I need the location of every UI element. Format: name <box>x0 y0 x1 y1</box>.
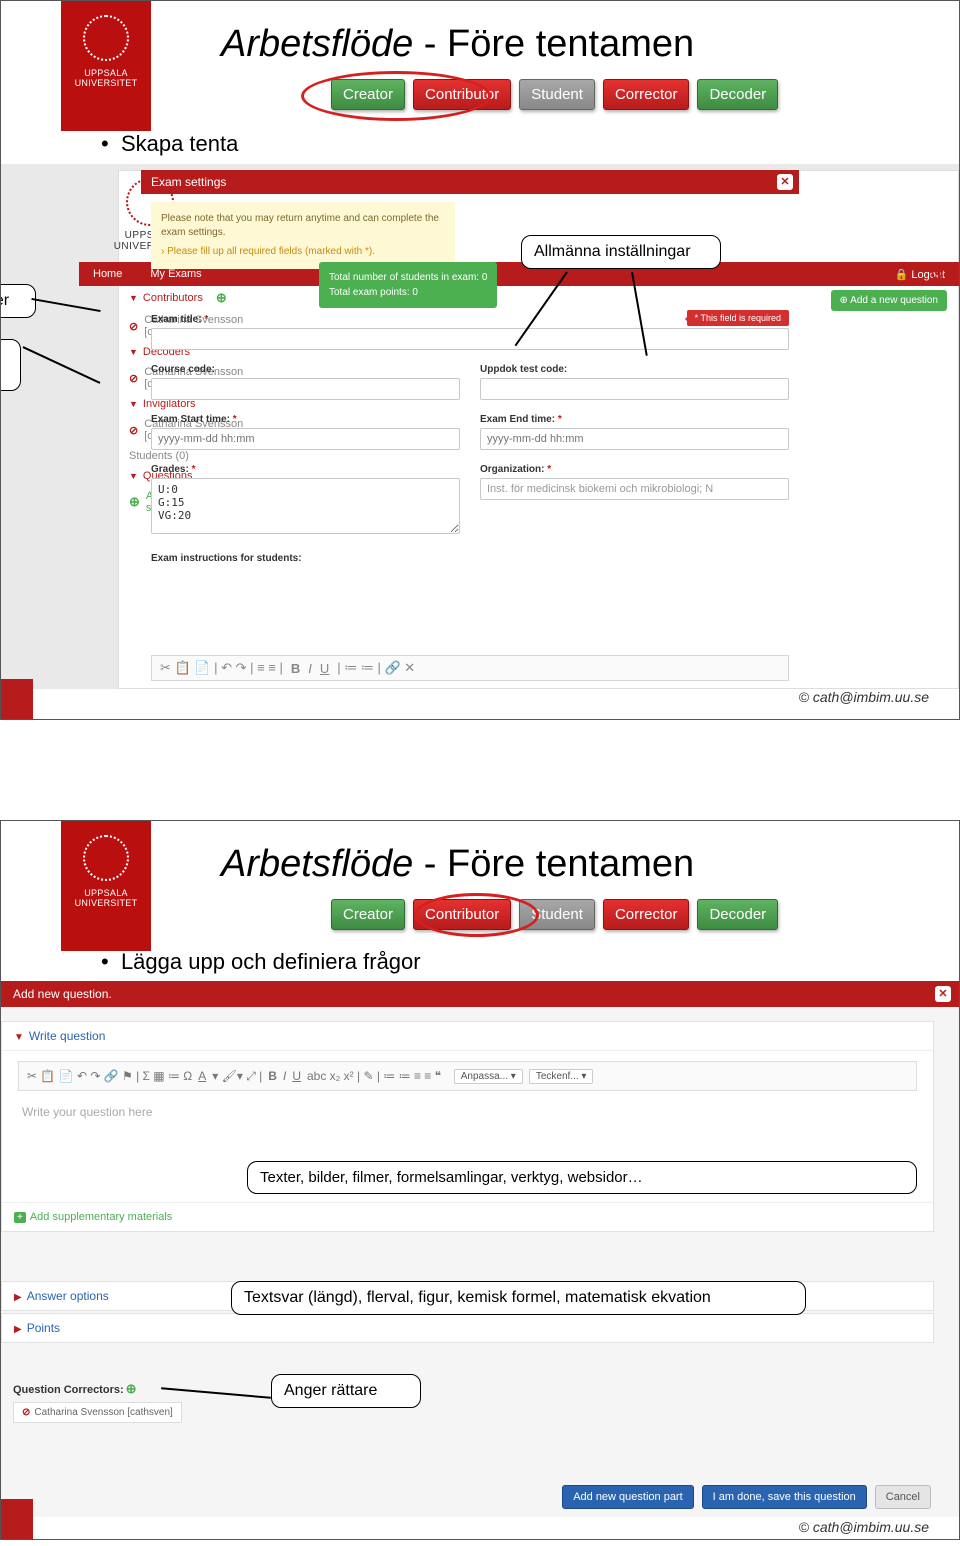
input-start-time[interactable] <box>151 428 460 450</box>
delete-icon: ⊘ <box>22 1407 30 1418</box>
cancel-button[interactable]: Cancel <box>875 1485 931 1509</box>
rich-editor-toolbar[interactable]: ✂ 📋 📄 ↶ ↷ 🔗 ⚑ | Σ ▦ ≔ Ω A▾ 🖌▾ ⤢ | B I U … <box>18 1061 917 1091</box>
credit: © cath@imbim.uu.se <box>799 1519 929 1535</box>
role-creator: Creator <box>331 899 405 930</box>
exam-settings-header: Exam settings ✕ <box>141 170 799 194</box>
slide-title: Arbetsflöde - Före tentamen <box>221 23 694 66</box>
callout-answer-types: Textsvar (längd), flerval, figur, kemisk… <box>231 1281 806 1315</box>
add-question-button[interactable]: ⊕ Add a new question <box>831 290 947 311</box>
save-question-button[interactable]: I am done, save this question <box>702 1485 867 1509</box>
label-grades: Grades: * <box>151 464 460 475</box>
delete-icon: ⊘ <box>129 424 138 437</box>
input-end-time[interactable] <box>480 428 789 450</box>
close-icon[interactable]: ✕ <box>777 174 793 190</box>
toolbar-anpassa: Anpassa... ▾ <box>454 1069 523 1084</box>
callout-roles: Tilldela roller <box>0 284 36 318</box>
highlight-circle-contributor <box>414 893 539 937</box>
role-decoder: Decoder <box>697 899 778 930</box>
label-org: Organization: * <box>480 464 789 475</box>
label-course-code: Course code: <box>151 364 460 375</box>
red-footer-bar <box>1 679 33 719</box>
input-org[interactable] <box>480 478 789 500</box>
exam-form: Exam title: * * This field is required C… <box>151 314 789 567</box>
role-corrector: Corrector <box>603 79 690 110</box>
callout-students: Lägga till studenter <box>0 339 21 391</box>
input-exam-title[interactable] <box>151 328 789 350</box>
add-supplementary-link[interactable]: +Add supplementary materials <box>2 1202 933 1231</box>
uu-seal-icon <box>83 835 129 881</box>
footer-buttons: Add new question part I am done, save th… <box>562 1485 931 1509</box>
editor-toolbar[interactable]: ✂ 📋 📄 | ↶ ↷ | ≡ ≡ | B I U | ≔ ≔ | 🔗 ✕ <box>151 655 789 681</box>
close-icon[interactable]: ✕ <box>935 986 951 1002</box>
label-start: Exam Start time: * <box>151 414 460 425</box>
add-part-button[interactable]: Add new question part <box>562 1485 693 1509</box>
role-flow: Creator Contributor Student Corrector De… <box>331 899 778 930</box>
plus-icon[interactable]: ⊕ <box>126 1381 137 1396</box>
write-question-panel: ▼Write question ✂ 📋 📄 ↶ ↷ 🔗 ⚑ | Σ ▦ ≔ Ω … <box>1 1021 934 1232</box>
required-tooltip: * This field is required <box>687 310 789 326</box>
uu-logo: UPPSALA UNIVERSITET <box>61 821 151 951</box>
add-question-header: Add new question. ✕ <box>1 981 959 1007</box>
callout-correctors: Anger rättare <box>271 1374 421 1408</box>
sidebar-contributors[interactable]: ▼Contributors ⊕ <box>123 286 258 310</box>
uu-subname: UNIVERSITET <box>75 79 138 89</box>
screenshot-area-2: Add new question. ✕ ▼Write question ✂ 📋 … <box>1 981 959 1517</box>
pointer-line <box>23 346 101 384</box>
write-question-header[interactable]: ▼Write question <box>2 1022 933 1051</box>
question-correctors: Question Correctors:⊕ ⊘Catharina Svensso… <box>13 1381 182 1423</box>
role-student: Student <box>519 79 595 110</box>
delete-icon: ⊘ <box>129 372 138 385</box>
question-textarea[interactable]: Write your question here <box>2 1091 933 1161</box>
pointer-line <box>31 298 100 312</box>
slide-title: Arbetsflöde - Före tentamen <box>221 843 694 886</box>
red-footer-bar <box>1 1499 33 1539</box>
input-uppdok[interactable] <box>480 378 789 400</box>
chevron-right-icon: ▶ <box>14 1324 22 1335</box>
label-uppdok: Uppdok test code: <box>480 364 789 375</box>
input-course-code[interactable] <box>151 378 460 400</box>
title-rest: - Före tentamen <box>413 23 694 65</box>
screenshot-area: UPPSALA UNIVERSITET Home My Exams 🔒 Logo… <box>1 164 959 689</box>
input-grades[interactable]: U:0 G:15 VG:20 <box>151 478 460 534</box>
bullet-lagga: • Lägga upp och definiera frågor <box>101 949 421 975</box>
delete-icon: ⊘ <box>129 320 138 333</box>
highlight-circle-creator <box>301 71 491 121</box>
plus-icon: ⊕ <box>216 290 227 306</box>
chevron-down-icon: ▼ <box>14 1032 24 1043</box>
role-corrector: Corrector <box>603 899 690 930</box>
uu-logo: UPPSALA UNIVERSITET <box>61 1 151 131</box>
nav-myexams[interactable]: My Exams <box>136 268 215 280</box>
info-note: Please note that you may return anytime … <box>151 202 455 269</box>
plus-icon: ⊕ <box>129 494 140 510</box>
points-section[interactable]: ▶Points <box>1 1313 934 1343</box>
corrector-chip[interactable]: ⊘Catharina Svensson [cathsven] <box>13 1402 182 1423</box>
credit: © cath@imbim.uu.se <box>799 689 929 705</box>
exam-stats: Total number of students in exam: 0 Tota… <box>319 262 497 308</box>
title-italic: Arbetsflöde <box>221 23 413 65</box>
bullet-skapa: • Skapa tenta <box>101 131 238 157</box>
nav-home[interactable]: Home <box>79 268 136 280</box>
toolbar-teckenf: Teckenf... ▾ <box>529 1069 594 1084</box>
gear-icon[interactable]: ⚙ <box>929 264 945 285</box>
label-instructions: Exam instructions for students: <box>151 553 789 564</box>
slide-1: UPPSALA UNIVERSITET Arbetsflöde - Före t… <box>0 0 960 720</box>
uu-seal-icon <box>83 15 129 61</box>
callout-content-types: Texter, bilder, filmer, formelsamlingar,… <box>247 1161 917 1194</box>
callout-settings: Allmänna inställningar <box>521 235 721 269</box>
label-end: Exam End time: * <box>480 414 789 425</box>
role-decoder: Decoder <box>697 79 778 110</box>
chevron-right-icon: ▶ <box>14 1292 22 1303</box>
plus-icon: + <box>14 1212 26 1223</box>
slide-2: UPPSALA UNIVERSITET Arbetsflöde - Före t… <box>0 820 960 1540</box>
